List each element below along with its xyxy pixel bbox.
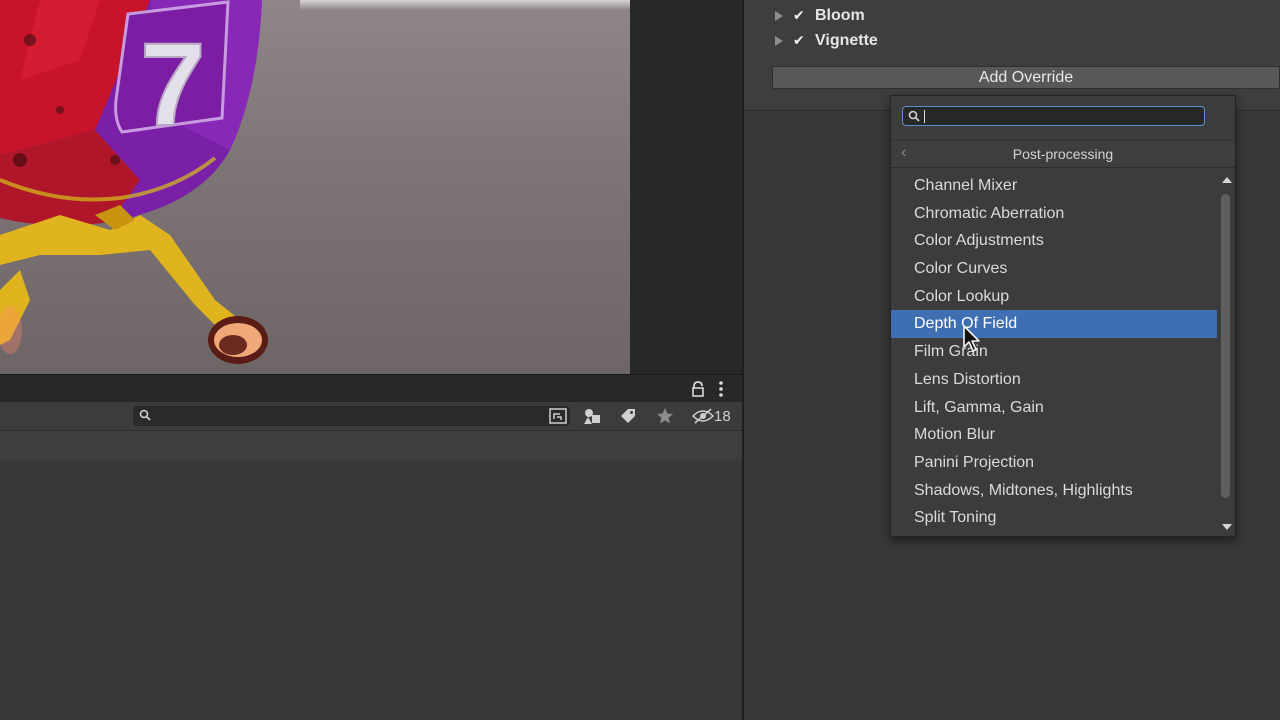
favorite-star-icon[interactable] xyxy=(655,407,675,425)
foldout-arrow-icon[interactable] xyxy=(774,35,784,47)
add-override-popup: ‹ Post-processing Channel Mixer Chromatic… xyxy=(890,95,1236,537)
menu-dots-icon[interactable] xyxy=(714,379,728,399)
popup-category-header: ‹ Post-processing xyxy=(891,140,1235,168)
scroll-up-arrow-icon[interactable] xyxy=(1222,177,1232,183)
popup-item[interactable]: Color Lookup xyxy=(891,283,1217,311)
scrollbar-thumb[interactable] xyxy=(1221,194,1230,498)
popup-item[interactable]: Color Curves xyxy=(891,255,1217,283)
popup-search-input[interactable] xyxy=(902,106,1205,126)
popup-scrollbar[interactable] xyxy=(1217,172,1235,536)
project-toolbar: 18 xyxy=(0,402,742,431)
scene-viewport[interactable]: 7 xyxy=(0,0,630,374)
override-vignette[interactable]: ✔ Vignette xyxy=(744,29,1280,53)
override-label: Bloom xyxy=(815,7,865,24)
override-label: Vignette xyxy=(815,32,878,49)
hidden-count-label: 18 xyxy=(714,408,731,425)
foldout-arrow-icon[interactable] xyxy=(774,10,784,22)
checkbox-icon[interactable]: ✔ xyxy=(793,7,809,23)
scene-view-icon[interactable] xyxy=(548,407,568,425)
lock-icon[interactable] xyxy=(690,381,706,397)
override-bloom[interactable]: ✔ Bloom xyxy=(744,4,1280,28)
popup-item[interactable]: Split Toning xyxy=(891,504,1217,532)
project-search-input[interactable] xyxy=(133,406,570,426)
search-icon xyxy=(139,409,151,421)
mouse-cursor-icon xyxy=(963,325,980,352)
popup-item[interactable]: Color Adjustments xyxy=(891,227,1217,255)
text-caret xyxy=(924,110,925,123)
project-content-header xyxy=(0,431,742,461)
rocket-number: 7 xyxy=(140,19,206,151)
label-tag-icon[interactable] xyxy=(618,407,638,425)
popup-item[interactable]: Lift, Gamma, Gain xyxy=(891,394,1217,422)
popup-item[interactable]: Chromatic Aberration xyxy=(891,200,1217,228)
popup-item[interactable]: Motion Blur xyxy=(891,421,1217,449)
search-icon xyxy=(908,110,920,122)
filter-type-icon[interactable] xyxy=(582,407,602,425)
add-override-button[interactable]: Add Override xyxy=(772,66,1280,89)
popup-category-title: Post-processing xyxy=(1012,146,1114,162)
hidden-eye-icon[interactable] xyxy=(692,407,714,425)
popup-item[interactable]: Shadows, Midtones, Highlights xyxy=(891,477,1217,505)
scroll-down-arrow-icon[interactable] xyxy=(1222,524,1232,530)
popup-item-selected[interactable]: Depth Of Field xyxy=(891,310,1217,339)
popup-item-list: Channel Mixer Chromatic Aberration Color A… xyxy=(891,172,1217,532)
popup-item[interactable]: Channel Mixer xyxy=(891,172,1217,200)
rocket-render: 7 xyxy=(0,0,268,364)
popup-item[interactable]: Film Grain xyxy=(891,338,1217,366)
popup-item[interactable]: Panini Projection xyxy=(891,449,1217,477)
panel-tab-strip xyxy=(0,374,742,402)
project-panel: 18 xyxy=(0,374,742,720)
checkbox-icon[interactable]: ✔ xyxy=(793,32,809,48)
popup-item[interactable]: Lens Distortion xyxy=(891,366,1217,394)
viewport-side-panel xyxy=(630,0,742,374)
